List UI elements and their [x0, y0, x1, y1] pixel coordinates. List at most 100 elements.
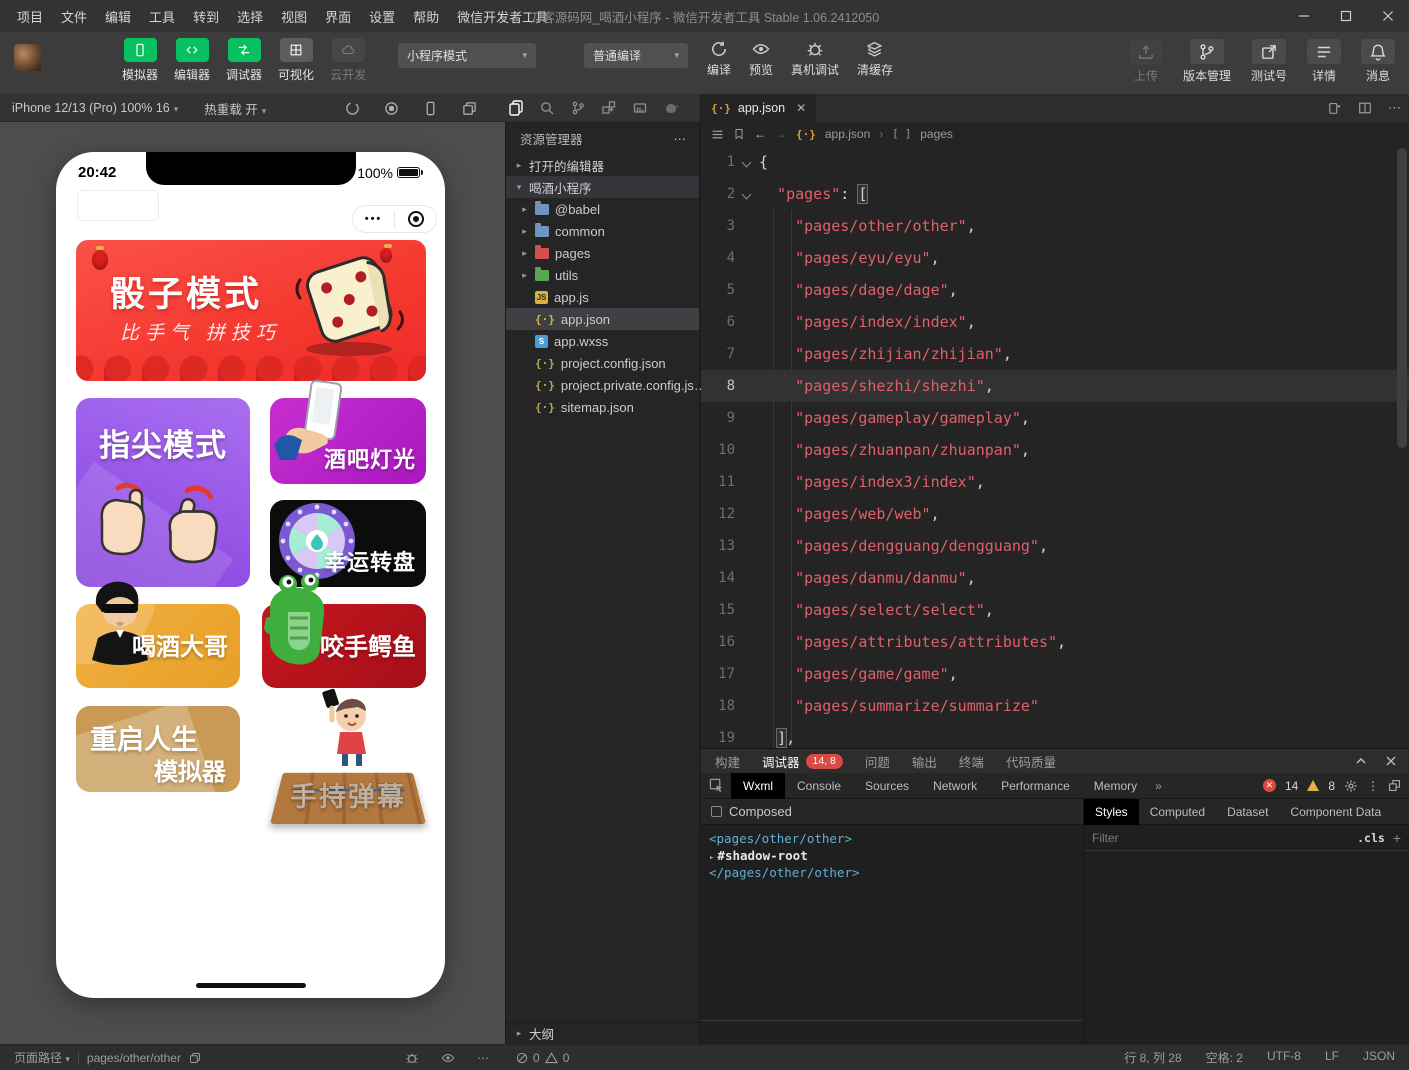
- code-line-11[interactable]: 11 "pages/index3/index",: [701, 466, 1409, 498]
- panel-tab-终端[interactable]: 终端: [959, 752, 984, 771]
- panel-tab-代码质量[interactable]: 代码质量: [1006, 752, 1056, 771]
- statusbar-more-icon[interactable]: ⋯: [477, 1051, 489, 1065]
- multi-window-icon[interactable]: [462, 101, 477, 116]
- page-path-selector[interactable]: 页面路径 ▾: [14, 1049, 70, 1066]
- menu-item[interactable]: 界面: [318, 4, 358, 29]
- code-line-16[interactable]: 16 "pages/attributes/attributes",: [701, 626, 1409, 658]
- action-branch[interactable]: 版本管理: [1183, 39, 1231, 84]
- panel-close-icon[interactable]: [1385, 755, 1397, 767]
- action-devdebug[interactable]: 真机调试: [791, 40, 839, 78]
- menu-item[interactable]: 编辑: [98, 4, 138, 29]
- action-details[interactable]: 详情: [1307, 39, 1341, 84]
- menu-item[interactable]: 视图: [274, 4, 314, 29]
- toolbar-select-0[interactable]: 小程序模式▾: [398, 43, 536, 68]
- card-fingertip-mode[interactable]: 指尖模式: [76, 398, 250, 587]
- cls-button[interactable]: .cls: [1357, 831, 1385, 845]
- outline-list-icon[interactable]: [711, 128, 724, 141]
- split-editor-icon[interactable]: [1358, 101, 1372, 115]
- tree-item-pages[interactable]: ▸pages: [506, 242, 699, 264]
- code-line-17[interactable]: 17 "pages/game/game",: [701, 658, 1409, 690]
- menu-item[interactable]: 项目: [10, 4, 50, 29]
- styles-filter-input[interactable]: [1092, 831, 1349, 845]
- devtools-tab-wxml[interactable]: Wxml: [731, 773, 785, 799]
- code-line-8[interactable]: 8 "pages/shezhi/shezhi",: [701, 370, 1409, 402]
- card-crocodile[interactable]: 咬手鳄鱼: [262, 604, 426, 688]
- current-page-path[interactable]: pages/other/other: [87, 1051, 181, 1065]
- tree-item-project.private.config.js[interactable]: {·}project.private.config.js…: [506, 374, 699, 396]
- menu-item[interactable]: 工具: [142, 4, 182, 29]
- cursor-position[interactable]: 行 8, 列 28: [1124, 1049, 1181, 1066]
- minimize-button[interactable]: [1283, 0, 1325, 32]
- action-refresh[interactable]: 编译: [707, 40, 731, 78]
- devtools-menu-icon[interactable]: ⋮: [1367, 779, 1379, 793]
- nav-back-icon[interactable]: ←: [754, 127, 766, 141]
- devtools-settings-icon[interactable]: [1344, 779, 1358, 793]
- inspect-element-icon[interactable]: [701, 778, 731, 793]
- code-line-15[interactable]: 15 "pages/select/select",: [701, 594, 1409, 626]
- capsule-more-icon[interactable]: •••: [353, 213, 394, 225]
- user-avatar[interactable]: [14, 44, 41, 71]
- code-line-7[interactable]: 7 "pages/zhijian/zhijian",: [701, 338, 1409, 370]
- language-mode[interactable]: JSON: [1363, 1049, 1395, 1066]
- indentation[interactable]: 空格: 2: [1206, 1049, 1243, 1066]
- eol[interactable]: LF: [1325, 1049, 1339, 1066]
- capsule-home-icon[interactable]: [395, 210, 436, 228]
- error-count-icon[interactable]: ✕: [1263, 779, 1276, 792]
- card-restart-life[interactable]: 重启人生 模拟器: [76, 706, 240, 792]
- menu-item[interactable]: 选择: [230, 4, 270, 29]
- dom-node[interactable]: ▸#shadow-root: [709, 847, 1083, 864]
- panel-collapse-icon[interactable]: [1355, 755, 1367, 767]
- code-line-19[interactable]: 19 ],: [701, 722, 1409, 748]
- composed-checkbox[interactable]: [711, 806, 722, 817]
- panel-tab-问题[interactable]: 问题: [865, 752, 890, 771]
- panel-tab-构建[interactable]: 构建: [715, 752, 740, 771]
- hot-reload-toggle[interactable]: 热重载 开▾: [204, 99, 266, 118]
- editor-more-icon[interactable]: ⋯: [1388, 100, 1401, 116]
- mode-button-cloud[interactable]: 云开发: [330, 38, 366, 83]
- outline-section[interactable]: ▸大纲: [506, 1022, 699, 1044]
- code-line-6[interactable]: 6 "pages/index/index",: [701, 306, 1409, 338]
- tree-item-app.json[interactable]: {·}app.json: [506, 308, 699, 330]
- tree-item-@babel[interactable]: ▸@babel: [506, 198, 699, 220]
- nav-forward-icon[interactable]: →: [775, 127, 787, 141]
- problems-indicator[interactable]: 0 0: [516, 1051, 569, 1065]
- encoding[interactable]: UTF-8: [1267, 1049, 1301, 1066]
- action-eye[interactable]: 预览: [749, 40, 773, 78]
- bookmark-icon[interactable]: [733, 128, 745, 140]
- open-editors-section[interactable]: ▸打开的编辑器: [506, 154, 699, 176]
- preview-status-icon[interactable]: [441, 1051, 455, 1065]
- code-line-4[interactable]: 4 "pages/eyu/eyu",: [701, 242, 1409, 274]
- tree-item-common[interactable]: ▸common: [506, 220, 699, 242]
- style-tab-styles[interactable]: Styles: [1084, 799, 1139, 825]
- menu-item[interactable]: 设置: [362, 4, 402, 29]
- panel-tab-调试器[interactable]: 调试器14, 8: [762, 752, 843, 771]
- code-line-10[interactable]: 10 "pages/zhuanpan/zhuanpan",: [701, 434, 1409, 466]
- search-icon[interactable]: [539, 100, 555, 116]
- tab-close-icon[interactable]: ✕: [796, 101, 806, 115]
- code-line-5[interactable]: 5 "pages/dage/dage",: [701, 274, 1409, 306]
- copy-path-icon[interactable]: [189, 1052, 201, 1064]
- code-line-9[interactable]: 9 "pages/gameplay/gameplay",: [701, 402, 1409, 434]
- tab-app-json[interactable]: {·} app.json ✕: [701, 94, 816, 122]
- code-line-3[interactable]: 3 "pages/other/other",: [701, 210, 1409, 242]
- extensions-icon[interactable]: [601, 100, 617, 116]
- explorer-more-icon[interactable]: ⋯: [674, 131, 688, 146]
- code-line-1[interactable]: 1{: [701, 146, 1409, 178]
- rotate-icon[interactable]: [345, 101, 360, 116]
- new-style-rule-icon[interactable]: +: [1393, 830, 1401, 846]
- fold-chevron-icon[interactable]: [735, 178, 759, 210]
- tree-item-project.config.json[interactable]: {·}project.config.json: [506, 352, 699, 374]
- breadcrumb-file[interactable]: app.json: [825, 127, 870, 141]
- card-drinking-bro[interactable]: 喝酒大哥: [76, 604, 240, 688]
- dom-node[interactable]: <pages/other/other>: [709, 830, 1083, 847]
- record-icon[interactable]: [384, 101, 399, 116]
- mode-button-phone[interactable]: 模拟器: [122, 38, 158, 83]
- code-line-18[interactable]: 18 "pages/summarize/summarize": [701, 690, 1409, 722]
- project-section[interactable]: ▾喝酒小程序: [506, 176, 699, 198]
- breadcrumb-node[interactable]: pages: [920, 127, 953, 141]
- menu-item[interactable]: 转到: [186, 4, 226, 29]
- devtools-tab-performance[interactable]: Performance: [989, 773, 1082, 799]
- card-handheld-danmu[interactable]: 手持弹幕: [270, 700, 426, 824]
- close-button[interactable]: [1367, 0, 1409, 32]
- menu-item[interactable]: 文件: [54, 4, 94, 29]
